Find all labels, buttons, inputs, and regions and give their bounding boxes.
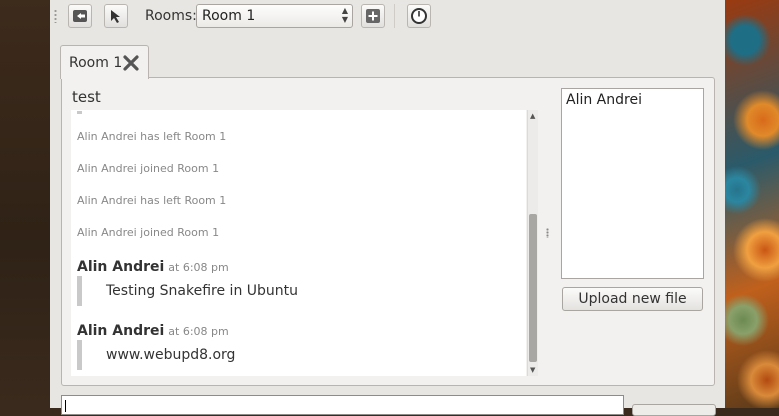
toolbar-separator — [394, 4, 395, 28]
leave-room-icon — [73, 10, 87, 22]
quote-bar — [77, 276, 82, 306]
message-time: at 6:08 pm — [168, 325, 229, 338]
event-message: Alin Andrei has left Room 1 — [77, 130, 227, 143]
tab-room-1[interactable]: Room 1 — [60, 45, 149, 79]
author-name: Alin Andrei — [77, 323, 165, 339]
toolbar-grip[interactable] — [54, 9, 57, 23]
spin-arrows-icon: ▲ ▼ — [341, 6, 348, 24]
add-room-icon — [366, 9, 380, 23]
desktop-background-left — [0, 0, 50, 408]
rooms-select-value: Room 1 — [202, 8, 256, 24]
leave-room-button[interactable] — [68, 4, 92, 28]
rooms-label: Rooms: — [145, 8, 197, 24]
message-time: at 6:08 pm — [168, 261, 229, 274]
rooms-select[interactable]: Room 1 ▲ ▼ — [196, 4, 353, 28]
quote-bar — [77, 111, 82, 114]
event-message: Alin Andrei joined Room 1 — [77, 162, 220, 175]
cursor-select-icon — [111, 10, 120, 23]
add-room-button[interactable] — [361, 4, 385, 28]
message-input[interactable] — [61, 395, 624, 415]
event-message: Alin Andrei joined Room 1 — [77, 226, 220, 239]
room-topic: test — [72, 88, 101, 106]
message-author: Alin Andrei at 6:08 pm — [77, 259, 229, 275]
user-list[interactable]: Alin Andrei — [561, 88, 704, 279]
message-author: Alin Andrei at 6:08 pm — [77, 323, 229, 339]
toolbar: Rooms: Room 1 ▲ ▼ — [50, 0, 725, 34]
tab-label: Room 1 — [69, 55, 123, 71]
scrollbar-thumb[interactable] — [529, 214, 537, 362]
cursor-select-button[interactable] — [104, 4, 128, 28]
snakefire-window: Rooms: Room 1 ▲ ▼ Room 1 test Alin Andre… — [50, 0, 725, 416]
quote-bar — [77, 340, 82, 370]
chat-scrollbar[interactable]: ▲ ▼ — [527, 110, 538, 376]
close-icon[interactable] — [122, 54, 140, 72]
user-list-item[interactable]: Alin Andrei — [566, 92, 642, 108]
text-caret — [65, 400, 66, 412]
scroll-up-icon[interactable]: ▲ — [530, 112, 535, 120]
upload-file-button[interactable]: Upload new file — [562, 287, 703, 311]
room-panel: test Alin Andrei has left Room 1 Alin An… — [61, 77, 715, 386]
message-text: www.webupd8.org — [106, 347, 236, 363]
away-button[interactable] — [407, 4, 431, 28]
event-message: Alin Andrei has left Room 1 — [77, 194, 227, 207]
message-text: Testing Snakefire in Ubuntu — [106, 283, 299, 299]
chat-log: Alin Andrei has left Room 1 Alin Andrei … — [71, 110, 526, 376]
send-button[interactable] — [632, 404, 716, 416]
author-name: Alin Andrei — [77, 259, 165, 275]
splitter-handle[interactable] — [546, 228, 549, 238]
upload-file-label: Upload new file — [578, 291, 687, 307]
away-clock-icon — [411, 8, 427, 24]
scroll-down-icon[interactable]: ▼ — [530, 366, 535, 374]
desktop-wallpaper — [725, 0, 779, 408]
